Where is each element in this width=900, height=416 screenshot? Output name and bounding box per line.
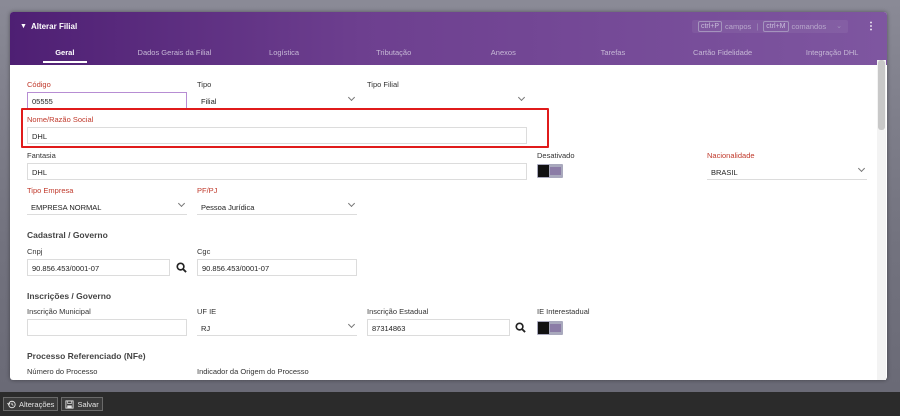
tipo-empresa-value: EMPRESA NORMAL: [31, 203, 102, 212]
tab-bar: Geral Dados Gerais da Filial Logística T…: [10, 46, 887, 64]
codigo-input[interactable]: 05555: [27, 92, 187, 109]
tab-geral[interactable]: Geral: [10, 46, 120, 64]
tipo-select[interactable]: Filial: [197, 92, 357, 109]
cnpj-label: Cnpj: [27, 247, 43, 256]
highlight-box: [21, 108, 549, 148]
alteracoes-button[interactable]: Alterações: [3, 397, 59, 411]
tipo-label: Tipo: [197, 80, 212, 89]
nacionalidade-value: BRASIL: [711, 168, 738, 177]
shortcut-fields-key: ctrl+P: [697, 20, 723, 32]
tipo-value: Filial: [201, 97, 217, 106]
ie-interestadual-toggle[interactable]: [537, 321, 563, 335]
insc-estadual-input[interactable]: 87314863: [367, 319, 510, 336]
shortcuts-bar: ctrl+P campos | ctrl+M comandos ⌄ ⋮: [691, 19, 876, 33]
chevron-down-icon[interactable]: ⌄: [836, 22, 842, 30]
insc-municipal-label: Inscrição Municipal: [27, 307, 91, 316]
tab-cartao-fidelidade[interactable]: Cartão Fidelidade: [668, 46, 778, 64]
pfpj-value: Pessoa Jurídica: [201, 203, 255, 212]
fantasia-input[interactable]: DHL: [27, 163, 527, 180]
alterar-filial-dialog: ▼ Alterar Filial ctrl+P campos | ctrl+M …: [10, 12, 887, 380]
uf-ie-label: UF IE: [197, 307, 217, 316]
insc-municipal-input[interactable]: [27, 319, 187, 336]
cgc-input[interactable]: 90.856.453/0001-07: [197, 259, 357, 276]
save-icon: [65, 399, 74, 409]
salvar-button[interactable]: Salvar: [61, 397, 103, 411]
tipo-empresa-select[interactable]: EMPRESA NORMAL: [27, 198, 187, 215]
search-icon[interactable]: [176, 262, 187, 273]
tipo-filial-select[interactable]: [367, 92, 527, 109]
chevron-down-icon: [177, 199, 186, 208]
salvar-label: Salvar: [77, 399, 99, 409]
uf-ie-value: RJ: [201, 324, 211, 333]
tab-logistica[interactable]: Logística: [229, 46, 339, 64]
pfpj-select[interactable]: Pessoa Jurídica: [197, 198, 357, 215]
codigo-label: Código: [27, 80, 51, 89]
tab-integracao-dhl[interactable]: Integração DHL: [777, 46, 887, 64]
nacionalidade-label: Nacionalidade: [707, 151, 755, 160]
chevron-down-icon: [347, 199, 356, 208]
cgc-label: Cgc: [197, 247, 211, 256]
insc-estadual-label: Inscrição Estadual: [367, 307, 429, 316]
cnpj-input[interactable]: 90.856.453/0001-07: [27, 259, 170, 276]
tipo-filial-label: Tipo Filial: [367, 80, 399, 89]
collapse-triangle-icon[interactable]: ▼: [20, 23, 27, 30]
search-icon[interactable]: [515, 322, 526, 333]
desativado-label: Desativado: [537, 151, 575, 160]
chevron-down-icon: [347, 320, 356, 329]
fantasia-label: Fantasia: [27, 151, 56, 160]
scrollbar-thumb[interactable]: [878, 60, 885, 130]
tab-anexos[interactable]: Anexos: [449, 46, 559, 64]
chevron-down-icon: [347, 93, 356, 102]
desativado-toggle[interactable]: [537, 164, 563, 178]
ie-interestadual-label: IE Interestadual: [537, 307, 590, 316]
shortcut-commands-label: comandos: [791, 21, 827, 31]
more-options-icon[interactable]: ⋮: [866, 21, 876, 32]
scrollbar[interactable]: [877, 60, 886, 380]
shortcut-commands-key: ctrl+M: [763, 20, 789, 32]
processo-section-title: Processo Referenciado (NFe): [27, 351, 146, 361]
cadastral-section-title: Cadastral / Governo: [27, 230, 108, 240]
pfpj-label: PF/PJ: [197, 186, 218, 195]
inscricoes-section-title: Inscrições / Governo: [27, 291, 112, 301]
indicador-origem-label: Indicador da Origem do Processo: [197, 367, 309, 376]
bottom-toolbar: Alterações Salvar: [0, 392, 900, 416]
tab-tarefas[interactable]: Tarefas: [558, 46, 668, 64]
numero-processo-label: Número do Processo: [27, 367, 98, 376]
dialog-header: ▼ Alterar Filial ctrl+P campos | ctrl+M …: [10, 12, 887, 65]
dialog-title: Alterar Filial: [30, 21, 78, 31]
chevron-down-icon: [517, 93, 526, 102]
uf-ie-select[interactable]: RJ: [197, 319, 357, 336]
shortcut-fields-label: campos: [725, 21, 752, 31]
tab-tributacao[interactable]: Tributação: [339, 46, 449, 64]
tab-dados-gerais[interactable]: Dados Gerais da Filial: [120, 46, 230, 64]
shortcut-separator: |: [756, 21, 759, 31]
alteracoes-label: Alterações: [19, 399, 55, 409]
chevron-down-icon: [857, 164, 866, 173]
history-icon: [7, 400, 16, 408]
nacionalidade-select[interactable]: BRASIL: [707, 163, 867, 180]
tipo-empresa-label: Tipo Empresa: [27, 186, 74, 195]
